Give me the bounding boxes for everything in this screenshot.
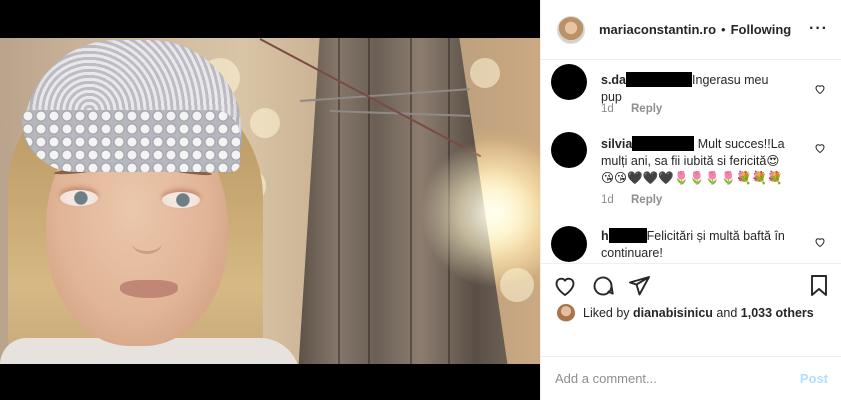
username-link[interactable]: mariaconstantin.ro: [599, 22, 716, 37]
share-icon[interactable]: [627, 274, 651, 298]
post-comment-button[interactable]: Post: [800, 371, 828, 386]
post-media[interactable]: [0, 0, 540, 400]
likes-count[interactable]: 1,033 others: [741, 306, 814, 320]
heart-icon[interactable]: [553, 274, 577, 298]
comment-body-line-3: 😘😘🖤🖤🖤🌷🌷🌷🌷💐💐💐: [601, 171, 783, 185]
likes-and-label: and: [716, 306, 738, 320]
comment-item: h Felicitări și multă baftă în continuare…: [551, 226, 832, 263]
commenter-username[interactable]: s.da: [601, 73, 626, 87]
comment-like-heart-icon[interactable]: [814, 142, 826, 154]
comment-text: s.da Ingerasu meu pup: [601, 72, 791, 106]
comment-like-heart-icon[interactable]: [814, 83, 826, 95]
action-bar: [541, 263, 841, 307]
liker-username[interactable]: dianabisinicu: [633, 306, 713, 320]
reply-button[interactable]: Reply: [631, 103, 662, 115]
comment-meta: 1d Reply: [601, 103, 662, 115]
post-panel: mariaconstantin.ro • Following ··· s.da I…: [540, 0, 841, 400]
liker-avatar[interactable]: [557, 304, 575, 322]
more-options-icon[interactable]: ···: [809, 21, 828, 37]
comment-item: silvia Mult succes!!La mulți ani, sa fii…: [551, 132, 832, 212]
add-comment-bar: Post: [541, 356, 841, 400]
comment-body-line-1: Felicitări și multă baftă în: [646, 229, 785, 243]
comment-icon[interactable]: [591, 274, 615, 298]
comments-list: s.da Ingerasu meu pup 1d Reply silvia Mul…: [541, 60, 841, 263]
redaction-block: [608, 228, 647, 243]
commenter-avatar[interactable]: [551, 226, 587, 262]
avatar[interactable]: [557, 15, 585, 44]
comment-meta: 1d Reply: [601, 194, 662, 206]
comment-body-line-1: Mult succes!!La: [697, 137, 785, 151]
commenter-avatar[interactable]: [551, 132, 587, 168]
redaction-block: [626, 72, 693, 87]
likes-summary: Liked by dianabisinicu and 1,033 others: [557, 304, 814, 322]
following-button[interactable]: Following: [731, 22, 792, 37]
post-header: mariaconstantin.ro • Following ···: [541, 0, 841, 60]
redaction-block: [632, 136, 695, 151]
reply-button[interactable]: Reply: [631, 194, 662, 206]
liked-by-label: Liked by: [583, 306, 630, 320]
commenter-username[interactable]: h: [601, 229, 609, 243]
comment-age: 1d: [601, 194, 614, 206]
commenter-avatar[interactable]: [551, 64, 587, 100]
comment-item: s.da Ingerasu meu pup 1d Reply: [551, 64, 832, 124]
comment-body-line-2: mulți ani, sa fii iubită si fericită😍: [601, 154, 780, 168]
comment-body-line-2: continuare!: [601, 246, 663, 260]
bookmark-icon[interactable]: [807, 274, 831, 298]
comment-like-heart-icon[interactable]: [814, 236, 826, 248]
add-comment-input[interactable]: [555, 371, 800, 386]
comment-age: 1d: [601, 103, 614, 115]
comment-text: h Felicitări și multă baftă în continuare…: [601, 228, 801, 262]
separator-dot: •: [721, 22, 726, 37]
commenter-username[interactable]: silvia: [601, 137, 632, 151]
post-photo: [0, 38, 540, 364]
comment-text: silvia Mult succes!!La mulți ani, sa fii…: [601, 136, 801, 187]
